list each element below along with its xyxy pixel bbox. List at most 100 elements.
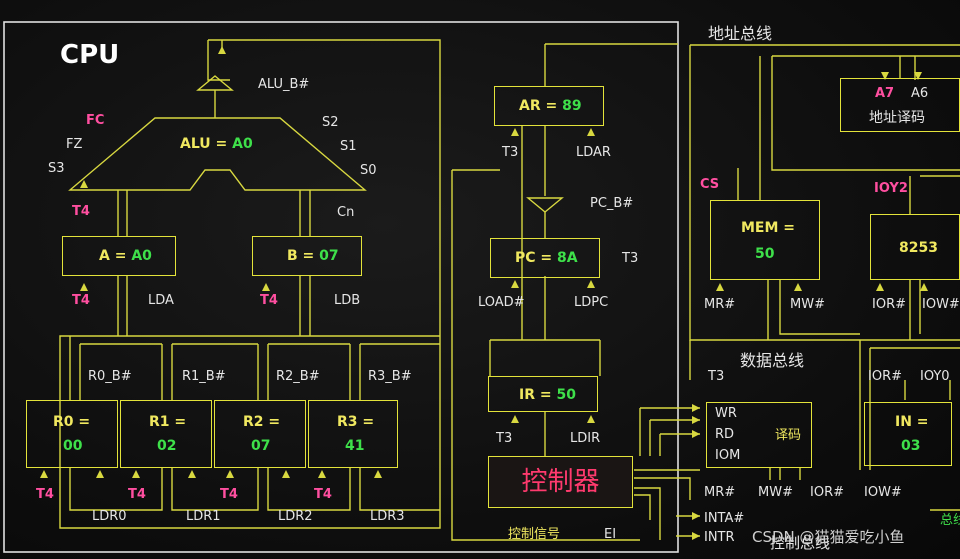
register-r0-t4: T4 <box>36 487 54 502</box>
mem-cs: CS <box>700 177 720 192</box>
io-decoder-name: 译码 <box>775 428 802 443</box>
io-decoder-iow: IOW# <box>864 485 902 500</box>
register-a-name: A = <box>99 248 132 264</box>
r2-bus-label: R2_B# <box>276 369 320 384</box>
register-r2-name: R2 = <box>243 414 281 430</box>
register-ir-load: LDIR <box>570 431 601 446</box>
alu-bus-label: ALU_B# <box>258 77 310 92</box>
register-r0-value: 00 <box>63 438 83 454</box>
register-b-name: B = <box>287 248 320 264</box>
register-r1-name: R1 = <box>149 414 187 430</box>
timer-8253: 8253 <box>870 214 960 280</box>
register-a-t4: T4 <box>72 293 90 308</box>
io-decoder: WR RD IOM 译码 <box>706 402 812 468</box>
address-decoder: A7 A6 地址译码 <box>840 78 960 132</box>
register-r3: R3 = 41 <box>308 400 398 468</box>
register-ir-name: IR = <box>519 387 557 403</box>
register-r3-load: LDR3 <box>370 509 405 524</box>
register-r0-name: R0 = <box>53 414 91 430</box>
alu-cn-signal: Cn <box>337 205 355 220</box>
address-decoder-a7: A7 <box>875 86 895 101</box>
controller-inta: INTA# <box>704 511 745 526</box>
memory-block: MEM = 50 <box>710 200 820 280</box>
register-pc-value: 8A <box>557 250 578 266</box>
timer-8253-ior: IOR# <box>872 297 906 312</box>
alu-s3-signal: S3 <box>48 161 65 176</box>
address-bus-label: 地址总线 <box>708 24 773 43</box>
register-r1-load: LDR1 <box>186 509 221 524</box>
alu-fz-flag: FZ <box>66 137 83 152</box>
register-pc-ldpc: LDPC <box>574 295 609 310</box>
register-ir: IR = 50 <box>488 376 598 412</box>
io-decoder-mr: MR# <box>704 485 736 500</box>
alu-s2-signal: S2 <box>322 115 339 130</box>
register-r0: R0 = 00 <box>26 400 118 468</box>
register-r2-load: LDR2 <box>278 509 313 524</box>
register-r3-value: 41 <box>345 438 365 454</box>
controller-block: 控制器 <box>488 456 633 508</box>
address-decoder-name: 地址译码 <box>869 110 925 126</box>
cpu-title: CPU <box>60 40 120 70</box>
controller-ei: EI <box>604 527 617 542</box>
memory-value: 50 <box>755 246 775 262</box>
r0-bus-label: R0_B# <box>88 369 132 384</box>
input-port: IN = 03 <box>864 402 952 466</box>
register-pc-t3: T3 <box>622 251 639 266</box>
register-ir-value: 50 <box>556 387 576 403</box>
r1-bus-label: R1_B# <box>182 369 226 384</box>
alu-t4-signal: T4 <box>72 204 90 219</box>
memory-mr: MR# <box>704 297 736 312</box>
r3-bus-label: R3_B# <box>368 369 412 384</box>
io-decoder-ior: IOR# <box>810 485 844 500</box>
right-edge-text: 总线 <box>940 513 960 528</box>
register-r2-t4: T4 <box>220 487 238 502</box>
io-decoder-iom: IOM <box>715 448 741 463</box>
alu-s0-signal: S0 <box>360 163 377 178</box>
register-ar-t3: T3 <box>502 145 519 160</box>
register-b: B = 07 <box>252 236 362 276</box>
register-r2: R2 = 07 <box>214 400 306 468</box>
input-port-name: IN = <box>895 414 929 430</box>
control-signals-label: 控制信号 <box>508 527 561 542</box>
watermark: CSDN @猫猫爱吃小鱼 <box>752 528 905 546</box>
controller-intr: INTR <box>704 530 735 545</box>
register-ar-value: 89 <box>562 98 582 114</box>
register-b-t4: T4 <box>260 293 278 308</box>
register-a-load: LDA <box>148 293 174 308</box>
register-r3-name: R3 = <box>337 414 375 430</box>
register-r2-value: 07 <box>251 438 271 454</box>
input-port-value: 03 <box>901 438 921 454</box>
timer-8253-iow: IOW# <box>922 297 960 312</box>
alu-s1-signal: S1 <box>340 139 357 154</box>
io8253-ioy2: IOY2 <box>874 181 908 196</box>
alu-fc-flag: FC <box>86 113 105 128</box>
register-pc-load-hash: LOAD# <box>478 295 525 310</box>
register-ar-load: LDAR <box>576 145 611 160</box>
register-ar-name: AR = <box>519 98 563 114</box>
io-decoder-t3: T3 <box>708 369 725 384</box>
input-ior: IOR# <box>868 369 902 384</box>
alu-value: A0 <box>232 136 253 152</box>
register-ir-t3: T3 <box>496 431 513 446</box>
register-pc: PC = 8A <box>490 238 600 278</box>
memory-mw: MW# <box>790 297 825 312</box>
io-decoder-mw: MW# <box>758 485 793 500</box>
register-pc-name: PC = <box>515 250 558 266</box>
io-decoder-rd: RD <box>715 427 735 442</box>
register-r1: R1 = 02 <box>120 400 212 468</box>
register-a: A = A0 <box>62 236 176 276</box>
pc-bus-label: PC_B# <box>590 196 634 211</box>
address-decoder-a6: A6 <box>911 86 929 101</box>
register-r3-t4: T4 <box>314 487 332 502</box>
cpu-diagram-screen: CPU 地址总线 数据总线 控制总线 CSDN @猫猫爱吃小鱼 总线 ALU =… <box>0 0 960 559</box>
register-r1-value: 02 <box>157 438 177 454</box>
register-a-value: A0 <box>131 248 152 264</box>
io-decoder-wr: WR <box>715 406 737 421</box>
timer-8253-name: 8253 <box>899 240 938 256</box>
memory-name: MEM = <box>741 220 796 236</box>
input-ioy0: IOY0 <box>920 369 950 384</box>
data-bus-label: 数据总线 <box>740 351 805 370</box>
alu-name: ALU = <box>180 136 233 152</box>
register-b-value: 07 <box>319 248 339 264</box>
register-r1-t4: T4 <box>128 487 146 502</box>
